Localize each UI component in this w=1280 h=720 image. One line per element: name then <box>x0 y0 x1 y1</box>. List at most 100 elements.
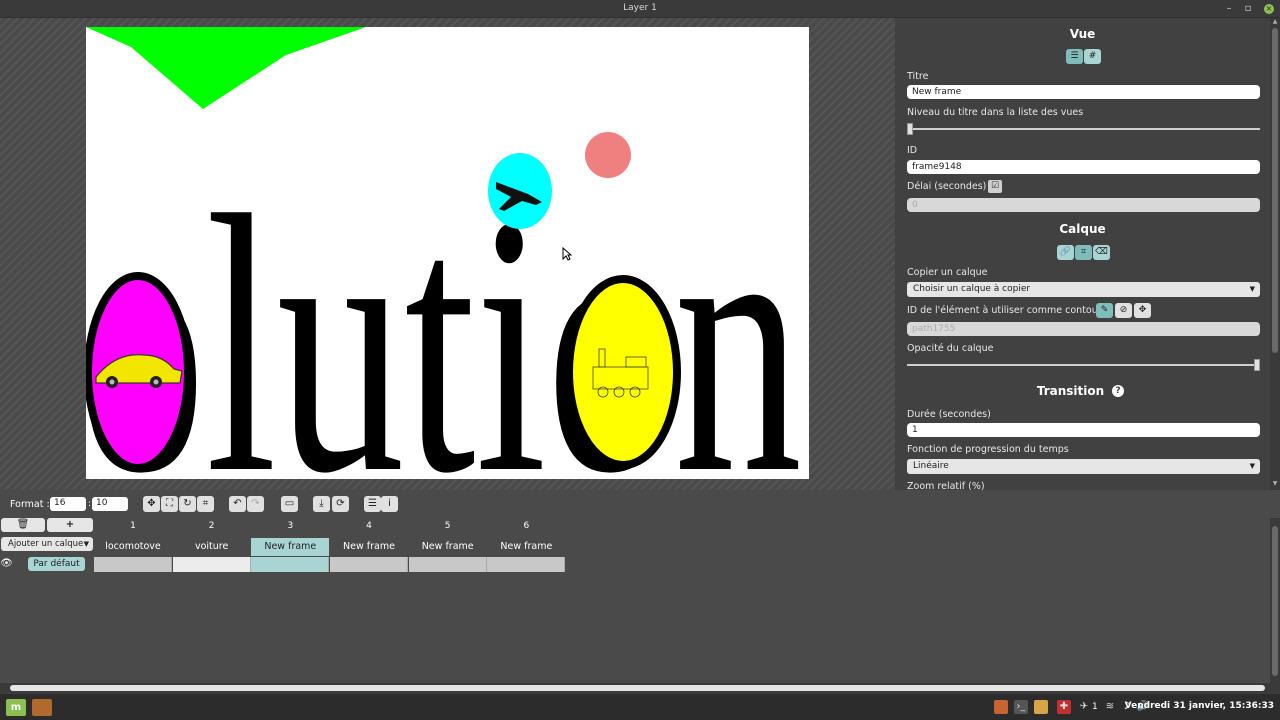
wifi-icon[interactable]: ≋ <box>1103 700 1117 714</box>
opacite-slider-knob[interactable] <box>1254 359 1260 371</box>
preview-icon[interactable]: ▭ <box>281 496 298 512</box>
layer-name[interactable]: Par défaut <box>28 557 85 571</box>
clock[interactable]: Vendredi 31 janvier, 15:36:33 <box>1125 701 1274 711</box>
layer-frame-cell[interactable] <box>94 557 172 572</box>
update-icon[interactable]: ✚ <box>1057 700 1071 714</box>
vue-heading: Vue <box>1069 27 1096 41</box>
frame-title[interactable]: voiture <box>173 538 251 556</box>
undo-icon[interactable]: ↶ <box>229 496 246 512</box>
format-separator: : <box>88 499 92 509</box>
hide-icon[interactable]: ⊘ <box>1115 303 1132 318</box>
delai-checkbox[interactable]: ☑ <box>988 180 1002 193</box>
calque-heading: Calque <box>1059 222 1106 236</box>
mouse-cursor-icon <box>562 247 572 261</box>
timeline-scrollbar-v[interactable] <box>1270 518 1280 683</box>
download-icon[interactable]: ⤓ <box>313 496 330 512</box>
opacite-label: Opacité du calque <box>907 343 994 354</box>
frame-title[interactable]: locomotove <box>94 538 172 556</box>
menu-icon[interactable]: m <box>6 699 26 716</box>
copier-label: Copier un calque <box>907 267 988 278</box>
stage-area: olution <box>0 18 895 490</box>
add-layer-label: Ajouter un calque <box>8 539 84 549</box>
fonction-label: Fonction de progression du temps <box>907 444 1069 455</box>
layer-frame-cell[interactable] <box>408 557 487 572</box>
terminal-icon[interactable]: ›_ <box>1014 700 1028 714</box>
frame-number: 6 <box>523 521 530 531</box>
crop-tool-icon[interactable]: ⌗ <box>197 496 214 512</box>
niveau-slider-knob[interactable] <box>907 123 913 135</box>
format-width-input[interactable]: 16 <box>50 497 86 511</box>
canvas-big-text: olution <box>86 140 802 479</box>
chevron-down-icon: ▼ <box>1249 285 1255 293</box>
wand-icon[interactable]: ✎ <box>1096 303 1113 318</box>
fonction-select-value: Linéaire <box>913 461 949 471</box>
scroll-down-icon[interactable]: ▼ <box>1270 480 1280 487</box>
transition-heading: Transition <box>1036 384 1105 398</box>
niveau-label: Niveau du titre dans la liste des vues <box>907 107 1084 118</box>
frame-number: 3 <box>287 521 294 531</box>
panel-scrollbar[interactable]: ▲ ▼ <box>1270 18 1280 490</box>
frame-title[interactable]: New frame <box>409 538 487 556</box>
crop-icon[interactable]: ⌗ <box>1075 245 1092 260</box>
rocket-icon[interactable]: ✈ <box>1077 700 1091 714</box>
frame-number: 2 <box>208 521 215 531</box>
layer-frame-cell[interactable] <box>487 557 566 572</box>
eraser-icon[interactable]: ⌫ <box>1093 245 1110 260</box>
link-icon[interactable]: 🔗 <box>1057 245 1074 260</box>
add-frame-button[interactable]: + <box>47 518 93 532</box>
delai-label: Délai (secondes) <box>907 181 987 192</box>
format-label: Format : <box>10 499 50 510</box>
list-view-icon[interactable]: ☰ <box>1066 49 1083 64</box>
format-height-input[interactable]: 10 <box>92 497 128 511</box>
layer-frame-cell[interactable] <box>330 557 408 572</box>
app-window-icon[interactable] <box>32 699 52 716</box>
timeline-scrollbar-h[interactable] <box>0 683 1280 693</box>
taskbar: m ›_ ✚ ✈ 1 ≋ ♪ 🔊 Vendredi 31 janvier, 15… <box>0 693 1280 720</box>
copier-select[interactable]: Choisir un calque à copier ▼ <box>907 282 1260 297</box>
redo-icon[interactable]: ↷ <box>247 496 264 512</box>
frame-number: 1 <box>130 521 136 531</box>
yellow-ellipse <box>565 275 681 469</box>
frame-number: 4 <box>366 521 372 531</box>
scroll-up-icon[interactable]: ▲ <box>1270 18 1280 25</box>
chevron-down-icon: ▼ <box>1249 462 1255 470</box>
delete-frame-button[interactable]: 🗑 <box>1 518 45 532</box>
contour-input[interactable]: path1755 <box>907 322 1260 336</box>
close-button[interactable]: × <box>1264 4 1274 14</box>
frame-title[interactable]: New frame <box>330 538 408 556</box>
info-icon[interactable]: i <box>381 496 398 512</box>
frame-title[interactable]: New frame <box>487 538 565 556</box>
timeline-scrollbar-v-thumb[interactable] <box>1272 526 1278 676</box>
rotate-icon[interactable]: ↻ <box>179 496 196 512</box>
maximize-button[interactable]: ▫ <box>1241 2 1255 16</box>
niveau-slider[interactable] <box>907 123 1260 135</box>
layer-frame-cell[interactable] <box>172 557 251 572</box>
refresh-icon[interactable]: ⟳ <box>332 496 349 512</box>
titre-input[interactable]: New frame <box>907 85 1260 99</box>
settings-icon[interactable]: ☰ <box>364 496 381 512</box>
layer-frame-cell[interactable] <box>251 557 330 572</box>
bottom-toolbar: Format : 16 : 10 ✥ ⛶ ↻ ⌗ ↶ ↷ ▭ ⤓ ⟳ ☰ i <box>0 490 1280 518</box>
presentation-canvas[interactable]: olution <box>86 27 809 479</box>
move-tool-icon[interactable]: ✥ <box>143 496 160 512</box>
help-icon[interactable]: ? <box>1112 385 1124 397</box>
chevron-down-icon: ▼ <box>83 540 89 548</box>
timeline: 🗑 + Ajouter un calque ▼ 👁 Par défaut 1 lo… <box>0 518 1270 683</box>
duree-input[interactable]: 1 <box>907 423 1260 437</box>
delai-input[interactable]: 0 <box>907 198 1260 212</box>
eye-icon[interactable]: 👁 <box>0 558 13 569</box>
add-layer-select[interactable]: Ajouter un calque ▼ <box>1 537 93 551</box>
move-icon[interactable]: ✥ <box>1134 303 1151 318</box>
fit-icon[interactable]: ⛶ <box>161 496 178 512</box>
minimize-button[interactable]: – <box>1222 2 1236 16</box>
id-input[interactable]: frame9148 <box>907 160 1260 174</box>
green-shape <box>86 27 366 109</box>
hash-icon[interactable]: # <box>1084 49 1101 64</box>
frame-title[interactable]: New frame <box>251 538 330 556</box>
timeline-scrollbar-h-thumb[interactable] <box>10 685 1265 691</box>
fonction-select[interactable]: Linéaire ▼ <box>907 459 1260 474</box>
opacite-slider[interactable] <box>907 359 1260 371</box>
settings-tray-icon[interactable] <box>994 700 1008 714</box>
folder-icon[interactable] <box>1034 700 1048 714</box>
panel-scrollbar-thumb[interactable] <box>1272 28 1278 353</box>
